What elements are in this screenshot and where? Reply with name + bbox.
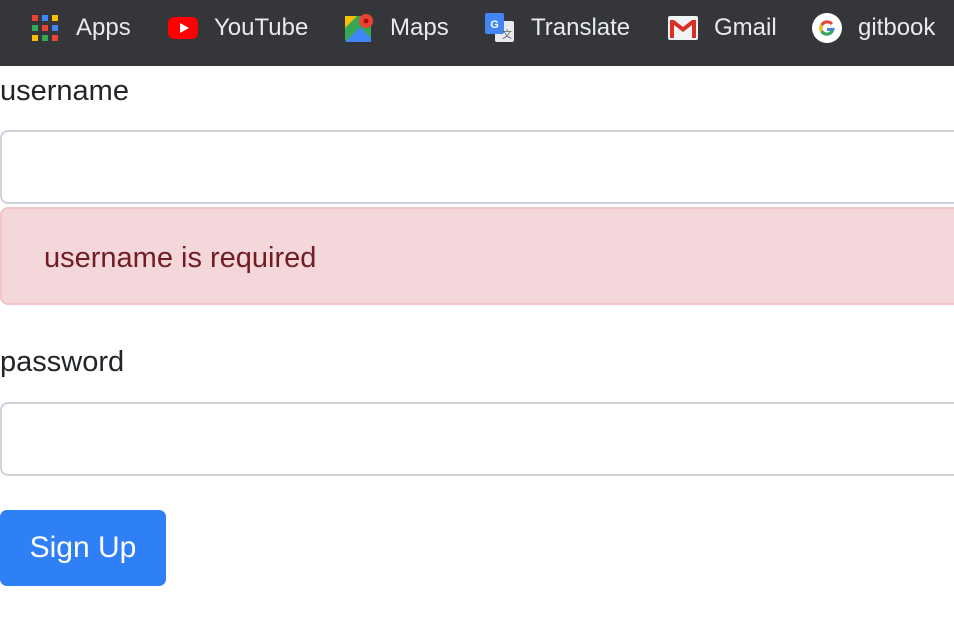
maps-icon bbox=[344, 13, 374, 43]
youtube-icon bbox=[168, 13, 198, 43]
google-icon bbox=[812, 13, 842, 43]
password-label: password bbox=[0, 346, 125, 378]
svg-text:G: G bbox=[490, 19, 499, 31]
bookmark-maps[interactable]: Maps bbox=[344, 11, 449, 45]
username-input[interactable] bbox=[0, 130, 954, 204]
username-error-message: username is required bbox=[44, 242, 317, 274]
sign-up-button[interactable]: Sign Up bbox=[0, 510, 166, 586]
username-label: username bbox=[0, 75, 129, 107]
gmail-icon bbox=[668, 13, 698, 43]
svg-text:文: 文 bbox=[502, 28, 512, 41]
bookmark-gitbook[interactable]: gitbook bbox=[812, 11, 935, 45]
username-error-alert: username is required bbox=[0, 207, 954, 305]
bookmark-gmail[interactable]: Gmail bbox=[668, 11, 777, 45]
bookmark-label: Translate bbox=[531, 14, 631, 41]
bookmarks-bar: Apps YouTube Maps G 文 Translate Gmail gi… bbox=[0, 0, 954, 66]
bookmark-label: Maps bbox=[390, 14, 449, 41]
bookmark-label: YouTube bbox=[214, 14, 309, 41]
bookmark-label: gitbook bbox=[858, 14, 936, 41]
password-input[interactable] bbox=[0, 402, 954, 476]
translate-icon: G 文 bbox=[485, 13, 515, 43]
bookmark-label: Gmail bbox=[714, 14, 777, 41]
bookmark-apps[interactable]: Apps bbox=[30, 11, 131, 45]
bookmark-youtube[interactable]: YouTube bbox=[168, 11, 308, 45]
apps-grid-icon bbox=[30, 13, 60, 43]
bookmark-translate[interactable]: G 文 Translate bbox=[485, 11, 630, 45]
bookmark-label: Apps bbox=[76, 14, 131, 41]
